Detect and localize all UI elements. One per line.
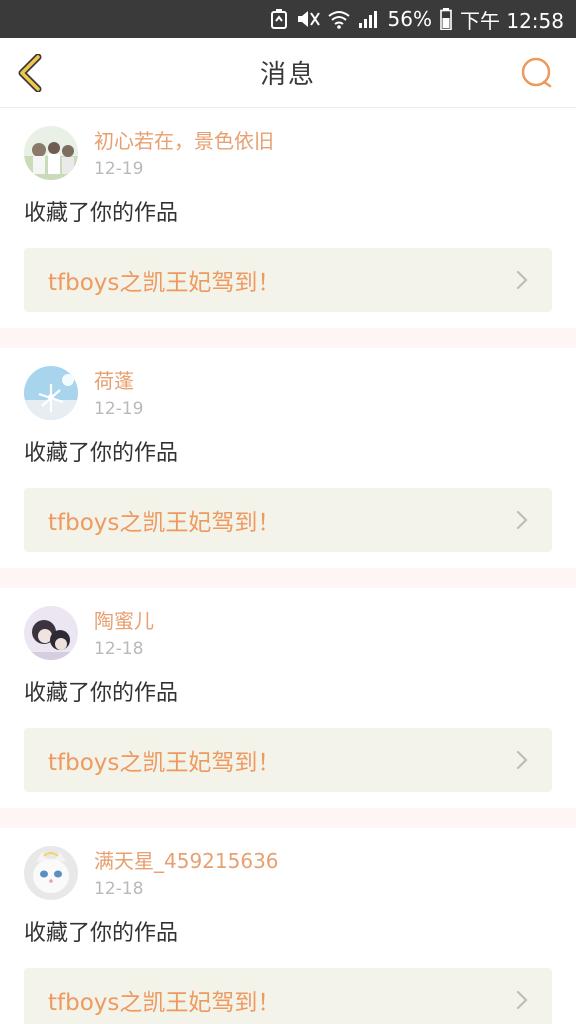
chevron-left-icon	[18, 54, 42, 92]
action-text: 收藏了你的作品	[24, 921, 179, 946]
username[interactable]: 荷蓬	[94, 368, 143, 394]
avatar[interactable]	[24, 846, 78, 900]
work-title: tfboys之凯王妃驾到！	[48, 510, 281, 536]
wifi-icon	[327, 9, 350, 29]
work-title: tfboys之凯王妃驾到！	[48, 990, 281, 1016]
message-date: 12-19	[94, 159, 144, 179]
clock: 下午 12:58	[460, 8, 564, 33]
message-list: 初心若在，景色依旧 12-19 收藏了你的作品 tfboys之凯王妃驾到！ 荷蓬…	[0, 108, 576, 1024]
action-text: 收藏了你的作品	[24, 441, 179, 466]
search-button[interactable]	[520, 56, 554, 90]
work-link[interactable]: tfboys之凯王妃驾到！	[24, 968, 552, 1024]
message-item: 荷蓬 12-19 收藏了你的作品 tfboys之凯王妃驾到！	[0, 348, 576, 568]
mute-icon	[296, 9, 320, 29]
username[interactable]: 陶蜜儿	[94, 608, 154, 634]
action-text: 收藏了你的作品	[24, 201, 179, 226]
chevron-right-icon	[516, 510, 528, 530]
action-text: 收藏了你的作品	[24, 681, 179, 706]
recycle-icon	[270, 9, 288, 29]
username[interactable]: 满天星_459215636	[94, 848, 279, 874]
message-item: 陶蜜儿 12-18 收藏了你的作品 tfboys之凯王妃驾到！	[0, 588, 576, 808]
signal-icon	[358, 9, 380, 29]
chevron-right-icon	[516, 270, 528, 290]
message-date: 12-18	[94, 879, 144, 899]
back-button[interactable]	[14, 54, 48, 92]
message-item: 初心若在，景色依旧 12-19 收藏了你的作品 tfboys之凯王妃驾到！	[0, 108, 576, 328]
message-date: 12-19	[94, 399, 144, 419]
battery-percent: 56%	[387, 7, 432, 31]
status-bar: 56% 下午 12:58	[0, 0, 576, 38]
work-link[interactable]: tfboys之凯王妃驾到！	[24, 728, 552, 792]
message-item: 满天星_459215636 12-18 收藏了你的作品 tfboys之凯王妃驾到…	[0, 828, 576, 1024]
message-date: 12-18	[94, 639, 144, 659]
avatar[interactable]	[24, 366, 78, 420]
app-header: 消息	[0, 38, 576, 108]
page-title: 消息	[259, 60, 316, 90]
chevron-right-icon	[516, 750, 528, 770]
chevron-right-icon	[516, 990, 528, 1010]
separator	[0, 568, 576, 588]
battery-icon	[440, 8, 452, 30]
work-title: tfboys之凯王妃驾到！	[48, 270, 281, 296]
separator	[0, 328, 576, 348]
search-icon	[521, 57, 552, 88]
work-title: tfboys之凯王妃驾到！	[48, 750, 281, 776]
username[interactable]: 初心若在，景色依旧	[94, 128, 274, 154]
avatar[interactable]	[24, 606, 78, 660]
work-link[interactable]: tfboys之凯王妃驾到！	[24, 488, 552, 552]
work-link[interactable]: tfboys之凯王妃驾到！	[24, 248, 552, 312]
separator	[0, 808, 576, 828]
avatar[interactable]	[24, 126, 78, 180]
